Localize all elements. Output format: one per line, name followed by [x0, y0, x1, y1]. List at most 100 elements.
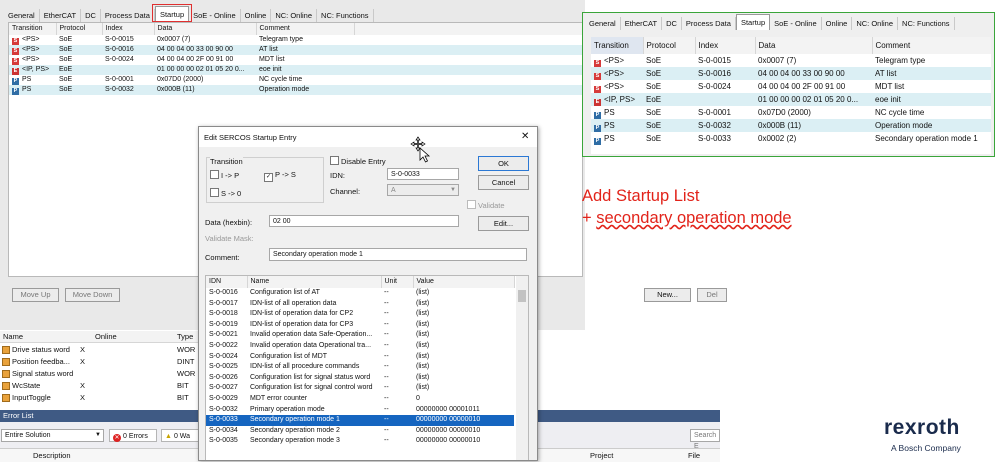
startup-row[interactable]: P PS SoE S-0-0032 0x000B (11) Operation mode: [591, 119, 991, 132]
inset-tab-dc[interactable]: DC: [662, 17, 682, 30]
edit-button[interactable]: Edit...: [478, 216, 529, 231]
startup-row[interactable]: S <PS> SoE S-0-0016 04 00 04 00 33 00 90 00 A…: [9, 45, 582, 55]
startup-row[interactable]: E <IP, PS> EoE 01 00 00 00 02 01 05 20 0...…: [591, 93, 991, 106]
idn-list-row[interactable]: S-0-0021 Invalid operation data Safe-Oper…: [206, 330, 514, 341]
scope-dropdown[interactable]: Entire Solution ▼: [1, 429, 104, 442]
col-protocol[interactable]: Protocol: [56, 23, 103, 35]
inset-tab-process-data[interactable]: Process Data: [682, 17, 736, 30]
col-transition[interactable]: Transition: [9, 23, 57, 35]
inset-tab-online[interactable]: Online: [822, 17, 853, 30]
error-search-input[interactable]: Search E: [690, 429, 720, 450]
idn-list-row[interactable]: S-0-0022 Invalid operation data Operation…: [206, 341, 514, 352]
ps-checkbox[interactable]: ✓ P -> S: [264, 170, 296, 182]
startup-row[interactable]: P PS SoE S-0-0032 0x000B (11) Operation mode: [9, 85, 582, 95]
vars-col-name[interactable]: Name: [3, 332, 23, 341]
variable-row[interactable]: WcState X BIT: [0, 380, 200, 392]
startup-row[interactable]: S <PS> SoE S-0-0015 0x0007 (7) Telegram type: [591, 54, 991, 67]
startup-row[interactable]: S <PS> SoE S-0-0016 04 00 04 00 33 00 90 00 A…: [591, 67, 991, 80]
col-project[interactable]: Project: [590, 451, 613, 460]
ps-checkbox-box[interactable]: ✓: [264, 173, 273, 182]
validate-checkbox[interactable]: Validate: [467, 200, 505, 210]
inset-tab-nc-functions[interactable]: NC: Functions: [898, 17, 955, 30]
idn-list-row[interactable]: S-0-0034 Secondary operation mode 2 -- 0000…: [206, 426, 514, 437]
vars-col-type[interactable]: Type: [177, 332, 193, 341]
inset-tab-ethercat[interactable]: EtherCAT: [621, 17, 663, 30]
disable-entry-box[interactable]: [330, 156, 339, 165]
col-description[interactable]: Description: [33, 451, 71, 460]
inset-col-data[interactable]: Data: [755, 37, 873, 54]
errors-filter-button[interactable]: ✕ 0 Errors: [109, 429, 157, 442]
col-data[interactable]: Data: [154, 23, 257, 35]
idn-list-row[interactable]: S-0-0026 Configuration list for signal st…: [206, 373, 514, 384]
vars-col-online[interactable]: Online: [95, 332, 117, 341]
cancel-button[interactable]: Cancel: [478, 175, 529, 190]
idn-list-row[interactable]: S-0-0033 Secondary operation mode 1 -- 0000…: [206, 415, 514, 426]
s0-checkbox-box[interactable]: [210, 188, 219, 197]
idn-list-row[interactable]: S-0-0019 IDN-list of operation data for C…: [206, 320, 514, 331]
data-input[interactable]: 02 00: [269, 215, 459, 227]
variable-row[interactable]: Drive status word X WOR: [0, 344, 200, 356]
idn-list-scrollbar[interactable]: [516, 276, 528, 460]
disable-entry-checkbox[interactable]: Disable Entry: [330, 156, 386, 166]
startup-row[interactable]: S <PS> SoE S-0-0024 04 00 04 00 2F 00 91 00 M…: [591, 80, 991, 93]
inset-col-comment[interactable]: Comment: [872, 37, 991, 54]
col-file[interactable]: File: [688, 451, 700, 460]
tab-online[interactable]: Online: [241, 9, 272, 22]
startup-row[interactable]: S <PS> SoE S-0-0024 04 00 04 00 2F 00 91 00 M…: [9, 55, 582, 65]
col-index[interactable]: Index: [102, 23, 155, 35]
inset-col-transition[interactable]: Transition: [591, 37, 644, 54]
startup-row[interactable]: S <PS> SoE S-0-0015 0x0007 (7) Telegram type: [9, 35, 582, 45]
variable-row[interactable]: InputToggle X BIT: [0, 392, 200, 404]
ok-button[interactable]: OK: [478, 156, 529, 171]
idn-list-row[interactable]: S-0-0029 MDT error counter -- 0: [206, 394, 514, 405]
inset-tab-nc-online[interactable]: NC: Online: [852, 17, 899, 30]
move-up-button[interactable]: Move Up: [12, 288, 59, 302]
tab-ethercat[interactable]: EtherCAT: [40, 9, 82, 22]
idn-list-row[interactable]: S-0-0018 IDN-list of operation data for C…: [206, 309, 514, 320]
col-name[interactable]: Name: [247, 276, 382, 288]
startup-row[interactable]: P PS SoE S-0-0001 0x07D0 (2000) NC cycle time: [591, 106, 991, 119]
idn-list-row[interactable]: S-0-0035 Secondary operation mode 3 -- 0000…: [206, 436, 514, 447]
idn-value-cell: 00000000 00000010: [416, 426, 481, 434]
channel-select[interactable]: A ▼: [387, 184, 459, 196]
idn-list-row[interactable]: S-0-0017 IDN-list of all operation data --…: [206, 299, 514, 310]
col-unit[interactable]: Unit: [381, 276, 414, 288]
s0-checkbox[interactable]: S -> 0: [210, 188, 241, 198]
idn-list-row[interactable]: S-0-0027 Configuration list for signal co…: [206, 383, 514, 394]
startup-row[interactable]: E <IP, PS> EoE 01 00 00 00 02 01 05 20 0...…: [9, 65, 582, 75]
tab-soe-online[interactable]: SoE - Online: [189, 9, 241, 22]
ip-checkbox[interactable]: I -> P: [210, 170, 239, 180]
tab-general[interactable]: General: [4, 9, 40, 22]
tab-nc-functions[interactable]: NC: Functions: [317, 9, 374, 22]
warnings-filter-button[interactable]: ▲ 0 Wa: [161, 429, 201, 442]
tab-process-data[interactable]: Process Data: [101, 9, 155, 22]
close-icon[interactable]: ✕: [521, 131, 529, 142]
startup-row[interactable]: P PS SoE S-0-0001 0x07D0 (2000) NC cycle time: [9, 75, 582, 85]
idn-list-row[interactable]: S-0-0024 Configuration list of MDT -- (list…: [206, 352, 514, 363]
validate-box[interactable]: [467, 200, 476, 209]
inset-tab-general[interactable]: General: [585, 17, 621, 30]
col-value[interactable]: Value: [413, 276, 515, 288]
col-comment[interactable]: Comment: [256, 23, 355, 35]
idn-list-row[interactable]: S-0-0016 Configuration list of AT -- (list): [206, 288, 514, 299]
ip-checkbox-box[interactable]: [210, 170, 219, 179]
idn-list-row[interactable]: S-0-0032 Primary operation mode -- 00000000…: [206, 405, 514, 416]
inset-col-index[interactable]: Index: [695, 37, 756, 54]
delete-button[interactable]: Del: [697, 288, 727, 302]
variable-row[interactable]: Signal status word WOR: [0, 368, 200, 380]
new-button[interactable]: New...: [644, 288, 691, 302]
startup-row[interactable]: P PS SoE S-0-0033 0x0002 (2) Secondary operat…: [591, 132, 991, 145]
col-idn[interactable]: IDN: [206, 276, 248, 288]
idn-input[interactable]: S-0-0033: [387, 168, 459, 180]
inset-col-protocol[interactable]: Protocol: [643, 37, 696, 54]
inset-tab-soe-online[interactable]: SoE - Online: [770, 17, 822, 30]
tab-nc-online[interactable]: NC: Online: [271, 9, 318, 22]
inset-table-header: Transition Protocol Index Data Comment: [591, 37, 991, 54]
comment-input[interactable]: Secondary operation mode 1: [269, 248, 527, 261]
idn-list-row[interactable]: S-0-0025 IDN-list of all procedure comman…: [206, 362, 514, 373]
move-down-button[interactable]: Move Down: [65, 288, 120, 302]
scrollbar-thumb[interactable]: [518, 290, 526, 302]
tab-dc[interactable]: DC: [81, 9, 101, 22]
variable-row[interactable]: Position feedba... X DINT: [0, 356, 200, 368]
inset-tab-startup[interactable]: Startup: [735, 14, 771, 30]
